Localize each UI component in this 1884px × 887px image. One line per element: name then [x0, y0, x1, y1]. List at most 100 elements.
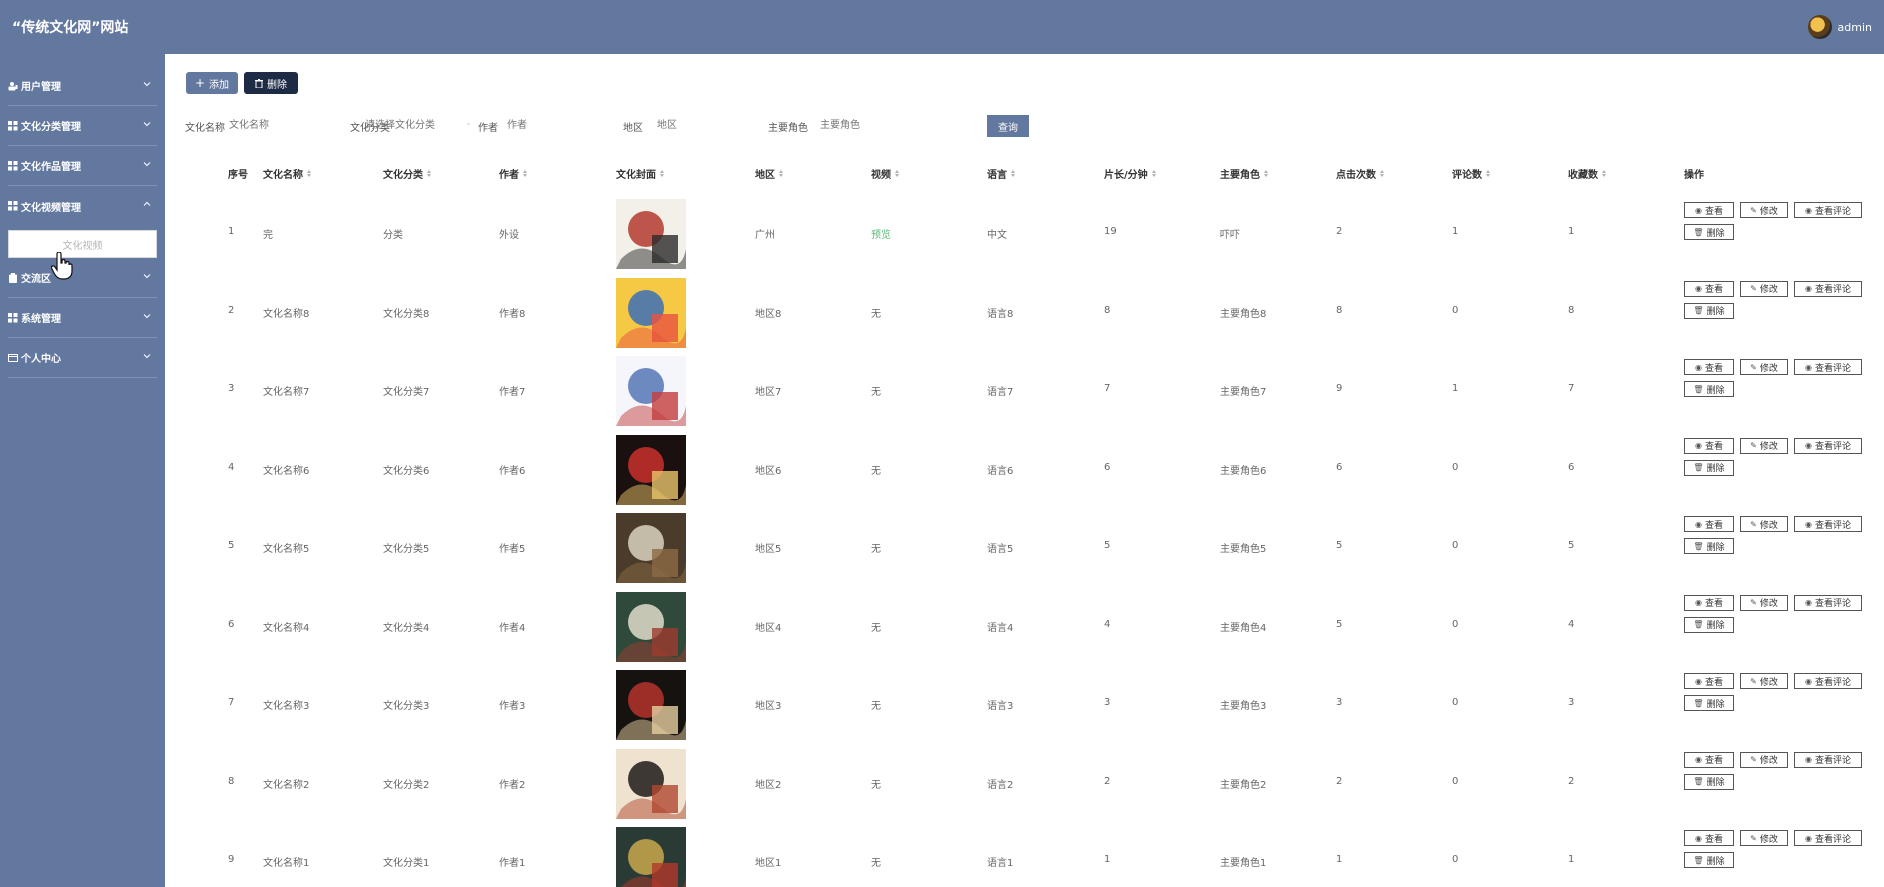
- edit-icon: ✎: [1750, 441, 1757, 450]
- cover-image: [616, 748, 686, 819]
- delete-button[interactable]: 🗑 删除: [1684, 538, 1734, 554]
- column-header-favorites[interactable]: 收藏数: [1568, 166, 1606, 181]
- cell-video: 无: [871, 544, 881, 555]
- sidebar-item-label: 文化作品管理: [21, 162, 81, 173]
- column-header-cover[interactable]: 文化封面: [616, 166, 664, 181]
- eye-icon: ◉: [1805, 755, 1812, 764]
- cell-comments: 0: [1452, 461, 1459, 473]
- query-button[interactable]: 查询: [987, 115, 1029, 137]
- delete-button[interactable]: 🗑 删除: [1684, 773, 1734, 790]
- cell-favorites: 3: [1568, 697, 1575, 708]
- delete-button[interactable]: 🗑 删除: [1684, 695, 1734, 711]
- role-search-input[interactable]: [816, 115, 906, 135]
- grid-icon: [8, 201, 18, 211]
- eye-icon: ◉: [1695, 519, 1702, 529]
- cell-language: 语言8: [987, 308, 1014, 320]
- sidebar-item-personal-center[interactable]: 个人中心: [8, 338, 157, 378]
- view-button[interactable]: ◉ 查看: [1684, 202, 1734, 218]
- grid-icon: [8, 120, 18, 131]
- view-comments-button[interactable]: ◉ 查看评论: [1794, 594, 1862, 611]
- view-button[interactable]: ◉ 查看: [1684, 594, 1734, 611]
- column-header-language[interactable]: 语言: [987, 166, 1015, 181]
- column-header-category[interactable]: 文化分类: [383, 166, 431, 181]
- column-header-region[interactable]: 地区: [755, 166, 783, 181]
- cell-clicks: 3: [1336, 697, 1343, 708]
- region-search-input[interactable]: [653, 115, 743, 135]
- sidebar-item-user-management[interactable]: 用户管理: [8, 66, 157, 106]
- view-button[interactable]: ◉ 查看: [1684, 751, 1734, 768]
- column-header-duration[interactable]: 片长/分钟: [1104, 166, 1156, 181]
- delete-button[interactable]: 🗑 删除: [1684, 224, 1734, 240]
- view-button[interactable]: ◉ 查看: [1684, 830, 1734, 846]
- sidebar-item-system-management[interactable]: 系统管理: [8, 298, 157, 338]
- view-button[interactable]: ◉ 查看: [1684, 280, 1734, 297]
- view-button[interactable]: ◉ 查看: [1684, 516, 1734, 532]
- view-comments-button[interactable]: ◉ 查看评论: [1794, 280, 1862, 297]
- delete-button[interactable]: 🗑 删除: [1684, 852, 1734, 868]
- sidebar-item-works-management[interactable]: 文化作品管理: [8, 146, 157, 186]
- column-header-author[interactable]: 作者: [499, 166, 527, 181]
- sort-icon: [427, 170, 431, 177]
- edit-button[interactable]: ✎ 修改: [1740, 280, 1788, 297]
- view-button[interactable]: ◉ 查看: [1684, 437, 1734, 454]
- name-search-input[interactable]: [225, 115, 315, 135]
- batch-delete-button[interactable]: 删除: [244, 72, 298, 94]
- sidebar-item-video-management[interactable]: 文化视频管理: [8, 186, 157, 226]
- edit-button[interactable]: ✎ 修改: [1740, 594, 1788, 611]
- edit-button[interactable]: ✎ 修改: [1740, 830, 1788, 846]
- column-header-name[interactable]: 文化名称: [263, 166, 311, 181]
- cell-category: 文化分类8: [383, 308, 430, 320]
- delete-button[interactable]: 🗑 删除: [1684, 381, 1734, 397]
- view-comments-button[interactable]: ◉ 查看评论: [1794, 830, 1862, 846]
- delete-button[interactable]: 🗑 删除: [1684, 616, 1734, 633]
- eye-icon: ◉: [1695, 598, 1702, 607]
- sort-icon: [1011, 170, 1015, 177]
- sidebar-item-label: 个人中心: [21, 354, 61, 365]
- cell-duration: 1: [1104, 854, 1111, 865]
- table-row: 7 文化名称3 文化分类3 作者3 地区3 无 语言3 3 主要角色3 3 0 3 ◉ 查看 ✎ 修改 ◉ 查看评…: [165, 665, 1884, 743]
- category-select[interactable]: [361, 115, 451, 135]
- cell-favorites: 1: [1568, 854, 1575, 865]
- cell-duration: 5: [1104, 540, 1111, 551]
- sidebar-item-forum[interactable]: 交流区: [8, 258, 157, 298]
- view-comments-button[interactable]: ◉ 查看评论: [1794, 751, 1862, 768]
- eye-icon: ◉: [1805, 362, 1812, 372]
- cell-favorites: 2: [1568, 775, 1575, 787]
- view-button[interactable]: ◉ 查看: [1684, 673, 1734, 689]
- cell-region: 地区1: [755, 858, 782, 869]
- author-search-label: 作者: [478, 123, 498, 134]
- delete-button[interactable]: 🗑 删除: [1684, 459, 1734, 476]
- sidebar-item-category-management[interactable]: 文化分类管理: [8, 106, 157, 146]
- edit-button[interactable]: ✎ 修改: [1740, 516, 1788, 532]
- avatar[interactable]: [1807, 15, 1832, 39]
- edit-icon: ✎: [1750, 284, 1757, 293]
- column-header-role[interactable]: 主要角色: [1220, 166, 1268, 181]
- cell-author: 作者6: [499, 465, 526, 477]
- cell-category: 文化分类6: [383, 465, 430, 477]
- cell-language: 语言6: [987, 465, 1014, 477]
- cell-language: 语言5: [987, 544, 1014, 555]
- edit-button[interactable]: ✎ 修改: [1740, 673, 1788, 689]
- sidebar-subitem-culture-video[interactable]: 文化视频: [8, 230, 157, 258]
- edit-button[interactable]: ✎ 修改: [1740, 359, 1788, 375]
- cell-author: 作者3: [499, 701, 526, 712]
- delete-button[interactable]: 🗑 删除: [1684, 302, 1734, 319]
- view-button[interactable]: ◉ 查看: [1684, 359, 1734, 375]
- view-comments-button[interactable]: ◉ 查看评论: [1794, 359, 1862, 375]
- author-search-input[interactable]: [503, 115, 593, 135]
- view-comments-button[interactable]: ◉ 查看评论: [1794, 202, 1862, 218]
- view-comments-button[interactable]: ◉ 查看评论: [1794, 516, 1862, 532]
- cell-language: 语言7: [987, 387, 1014, 398]
- edit-button[interactable]: ✎ 修改: [1740, 437, 1788, 454]
- user-menu[interactable]: admin: [1807, 15, 1872, 39]
- view-comments-button[interactable]: ◉ 查看评论: [1794, 673, 1862, 689]
- edit-button[interactable]: ✎ 修改: [1740, 202, 1788, 218]
- column-header-video[interactable]: 视频: [871, 166, 899, 181]
- edit-button[interactable]: ✎ 修改: [1740, 751, 1788, 768]
- cell-video[interactable]: 预览: [871, 226, 891, 241]
- column-header-comments[interactable]: 评论数: [1452, 166, 1490, 181]
- add-button[interactable]: + 添加: [186, 72, 238, 94]
- view-comments-button[interactable]: ◉ 查看评论: [1794, 437, 1862, 454]
- cell-role: 主要角色5: [1220, 544, 1267, 555]
- column-header-clicks[interactable]: 点击次数: [1336, 166, 1384, 181]
